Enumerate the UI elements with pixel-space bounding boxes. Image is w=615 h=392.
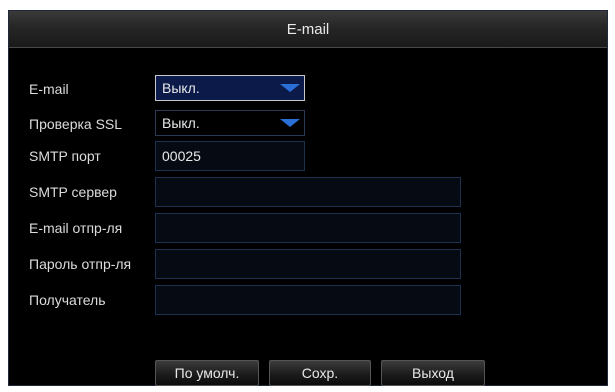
recipient-label: Получатель (29, 292, 106, 308)
email-enable-select[interactable]: Выкл. (155, 75, 305, 101)
sender-email-label: E-mail отпр-ля (29, 220, 123, 236)
smtp-port-label: SMTP порт (29, 148, 101, 164)
chevron-down-icon[interactable] (276, 76, 304, 100)
ssl-select[interactable]: Выкл. (155, 110, 305, 136)
exit-button[interactable]: Выход (381, 360, 485, 386)
email-label: E-mail (29, 81, 69, 97)
ssl-value: Выкл. (162, 115, 200, 131)
sender-password-label: Пароль отпр-ля (29, 256, 132, 272)
dialog-title: E-mail (286, 20, 330, 38)
email-enable-value: Выкл. (162, 80, 200, 96)
default-button[interactable]: По умолч. (155, 360, 259, 386)
sender-password-input[interactable] (155, 249, 461, 279)
smtp-server-input[interactable] (155, 177, 461, 207)
sender-email-input[interactable] (155, 213, 461, 243)
email-settings-dialog: E-mail E-mail Выкл. Проверка SSL Выкл. S… (8, 10, 608, 386)
recipient-input[interactable] (155, 285, 461, 315)
dialog-titlebar: E-mail (9, 11, 607, 48)
smtp-server-label: SMTP сервер (29, 184, 117, 200)
smtp-port-input[interactable]: 00025 (155, 141, 305, 171)
chevron-down-icon[interactable] (276, 111, 304, 135)
save-button[interactable]: Сохр. (269, 360, 371, 386)
ssl-label: Проверка SSL (29, 116, 123, 132)
